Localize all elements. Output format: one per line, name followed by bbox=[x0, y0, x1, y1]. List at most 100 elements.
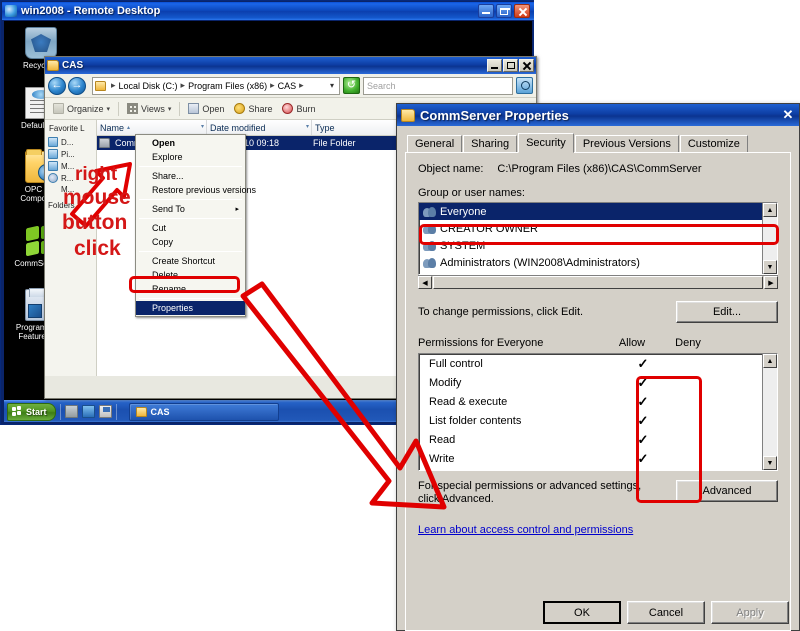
start-button[interactable]: Start bbox=[7, 402, 56, 421]
context-menu-item-copy[interactable]: Copy bbox=[136, 235, 245, 249]
allow-checkmark-icon[interactable]: ✓ bbox=[615, 413, 671, 429]
annotation-line-4: click bbox=[74, 237, 121, 260]
tab-customize[interactable]: Customize bbox=[679, 135, 748, 152]
cancel-button[interactable]: Cancel bbox=[627, 601, 705, 624]
maximize-button[interactable] bbox=[496, 4, 512, 18]
minimize-button[interactable] bbox=[478, 4, 494, 18]
allow-checkmark-icon[interactable]: ✓ bbox=[615, 394, 671, 410]
edit-button[interactable]: Edit... bbox=[676, 301, 778, 323]
chevron-down-icon[interactable]: ▾ bbox=[201, 123, 204, 130]
scroll-track[interactable] bbox=[763, 368, 777, 456]
context-menu-item-delete[interactable]: Delete bbox=[136, 268, 245, 282]
network-icon[interactable] bbox=[81, 405, 95, 418]
allow-checkmark-icon[interactable]: ✓ bbox=[615, 432, 671, 448]
list-item-administrators[interactable]: Administrators (WIN2008\Administrators) bbox=[419, 254, 777, 271]
advanced-button[interactable]: Advanced bbox=[676, 480, 778, 502]
context-menu-item-explore[interactable]: Explore bbox=[136, 150, 245, 164]
column-header-name[interactable]: Name ▴ ▾ bbox=[97, 120, 207, 135]
breadcrumb-item-local-disk[interactable]: Local Disk (C:) bbox=[119, 81, 178, 91]
recently-changed-icon bbox=[48, 173, 58, 183]
column-header-type[interactable]: Type ▾ bbox=[312, 120, 402, 135]
sidebar-item-documents[interactable]: D... bbox=[48, 136, 93, 148]
permission-row-read-execute[interactable]: Read & execute ✓ bbox=[419, 392, 777, 411]
taskbar-task-cas[interactable]: CAS bbox=[128, 402, 279, 421]
context-menu-separator bbox=[139, 218, 242, 219]
scroll-up-icon[interactable]: ▲ bbox=[763, 354, 777, 368]
group-user-list[interactable]: Everyone CREATOR OWNER SYSTEM Administra… bbox=[418, 202, 778, 275]
tab-previous-versions[interactable]: Previous Versions bbox=[574, 135, 679, 152]
column-header-date-modified[interactable]: Date modified ▾ bbox=[207, 120, 312, 135]
permission-row-write[interactable]: Write ✓ bbox=[419, 449, 777, 468]
close-button[interactable] bbox=[519, 59, 534, 72]
address-input[interactable]: ▸ Local Disk (C:) ▸ Program Files (x86) … bbox=[92, 76, 340, 95]
remote-desktop-window-buttons bbox=[478, 4, 532, 18]
annotation-line-3: button bbox=[62, 211, 128, 234]
toolbar-views-button[interactable]: Views ▾ bbox=[123, 101, 175, 116]
save-icon[interactable] bbox=[98, 405, 112, 418]
toolbar-open-button[interactable]: Open bbox=[184, 101, 228, 116]
toolbar-burn-button[interactable]: Burn bbox=[278, 101, 319, 116]
list-item-everyone[interactable]: Everyone bbox=[419, 203, 777, 220]
breadcrumb-item-program-files[interactable]: Program Files (x86) bbox=[188, 81, 267, 91]
user-list-vertical-scrollbar[interactable]: ▲ ▼ bbox=[762, 203, 777, 274]
user-list-horizontal-scrollbar[interactable]: ◀ ▶ bbox=[418, 275, 778, 289]
maximize-button[interactable] bbox=[503, 59, 518, 72]
close-button[interactable] bbox=[514, 4, 530, 18]
show-desktop-icon[interactable] bbox=[64, 405, 78, 418]
recycle-bin-icon bbox=[25, 27, 57, 59]
scroll-thumb[interactable] bbox=[433, 276, 763, 289]
ok-button[interactable]: OK bbox=[543, 601, 621, 624]
scroll-up-icon[interactable]: ▲ bbox=[763, 203, 777, 217]
context-menu-item-send-to[interactable]: Send To ▸ bbox=[136, 202, 245, 216]
scroll-track[interactable] bbox=[763, 217, 777, 260]
scroll-right-icon[interactable]: ▶ bbox=[764, 276, 778, 289]
allow-checkmark-icon[interactable]: ✓ bbox=[615, 375, 671, 391]
permission-row-full-control[interactable]: Full control ✓ bbox=[419, 354, 777, 373]
permissions-list[interactable]: Full control ✓ Modify ✓ Read & execute ✓ bbox=[418, 353, 778, 471]
tab-sharing[interactable]: Sharing bbox=[463, 135, 518, 152]
remote-desktop-icon bbox=[5, 5, 17, 17]
context-menu-label: Rename bbox=[152, 284, 187, 294]
search-icon[interactable] bbox=[516, 77, 533, 94]
toolbar-share-button[interactable]: Share bbox=[230, 101, 276, 116]
permission-row-modify[interactable]: Modify ✓ bbox=[419, 373, 777, 392]
tab-security[interactable]: Security bbox=[518, 133, 574, 153]
windows-flag-icon bbox=[12, 406, 23, 417]
learn-about-access-control-link[interactable]: Learn about access control and permissio… bbox=[418, 524, 633, 536]
context-menu-item-cut[interactable]: Cut bbox=[136, 221, 245, 235]
search-input[interactable]: Search bbox=[363, 76, 513, 95]
context-menu-item-restore-previous-versions[interactable]: Restore previous versions bbox=[136, 183, 256, 197]
allow-checkmark-icon[interactable]: ✓ bbox=[615, 451, 671, 467]
object-name-row: Object name: C:\Program Files (x86)\CAS\… bbox=[418, 163, 778, 175]
chevron-down-icon[interactable]: ▾ bbox=[327, 81, 337, 90]
toolbar-organize-button[interactable]: Organize ▾ bbox=[49, 101, 114, 116]
scroll-down-icon[interactable]: ▼ bbox=[763, 260, 777, 274]
back-button[interactable]: ← bbox=[48, 76, 66, 95]
breadcrumb-item-cas[interactable]: CAS bbox=[278, 81, 297, 91]
context-menu-item-create-shortcut[interactable]: Create Shortcut bbox=[136, 254, 245, 268]
list-item-creator-owner[interactable]: CREATOR OWNER bbox=[419, 220, 777, 237]
permission-row-read[interactable]: Read ✓ bbox=[419, 430, 777, 449]
minimize-button[interactable] bbox=[487, 59, 502, 72]
sidebar-item-pictures[interactable]: Pi... bbox=[48, 148, 93, 160]
chevron-down-icon[interactable]: ▾ bbox=[306, 123, 309, 130]
start-button-label: Start bbox=[26, 406, 47, 417]
permission-row-list-folder-contents[interactable]: List folder contents ✓ bbox=[419, 411, 777, 430]
context-menu-item-share[interactable]: Share... bbox=[136, 169, 245, 183]
allow-checkmark-icon[interactable]: ✓ bbox=[615, 356, 671, 372]
permissions-vertical-scrollbar[interactable]: ▲ ▼ bbox=[762, 354, 777, 470]
context-menu-item-open[interactable]: Open bbox=[136, 136, 245, 150]
context-menu-item-properties[interactable]: Properties bbox=[136, 301, 245, 315]
scroll-down-icon[interactable]: ▼ bbox=[763, 456, 777, 470]
tab-general[interactable]: General bbox=[407, 135, 463, 152]
forward-button[interactable]: → bbox=[68, 76, 86, 95]
tab-label: Customize bbox=[687, 138, 740, 150]
scroll-left-icon[interactable]: ◀ bbox=[418, 276, 432, 289]
list-item-system[interactable]: SYSTEM bbox=[419, 237, 777, 254]
context-menu-item-rename[interactable]: Rename bbox=[136, 282, 245, 296]
close-icon[interactable]: ✕ bbox=[779, 107, 797, 123]
sidebar-item-label: Pi... bbox=[61, 149, 75, 159]
refresh-icon[interactable]: ↺ bbox=[343, 77, 360, 94]
list-item-label: Administrators (WIN2008\Administrators) bbox=[440, 256, 640, 269]
sort-ascending-icon: ▴ bbox=[127, 125, 131, 131]
